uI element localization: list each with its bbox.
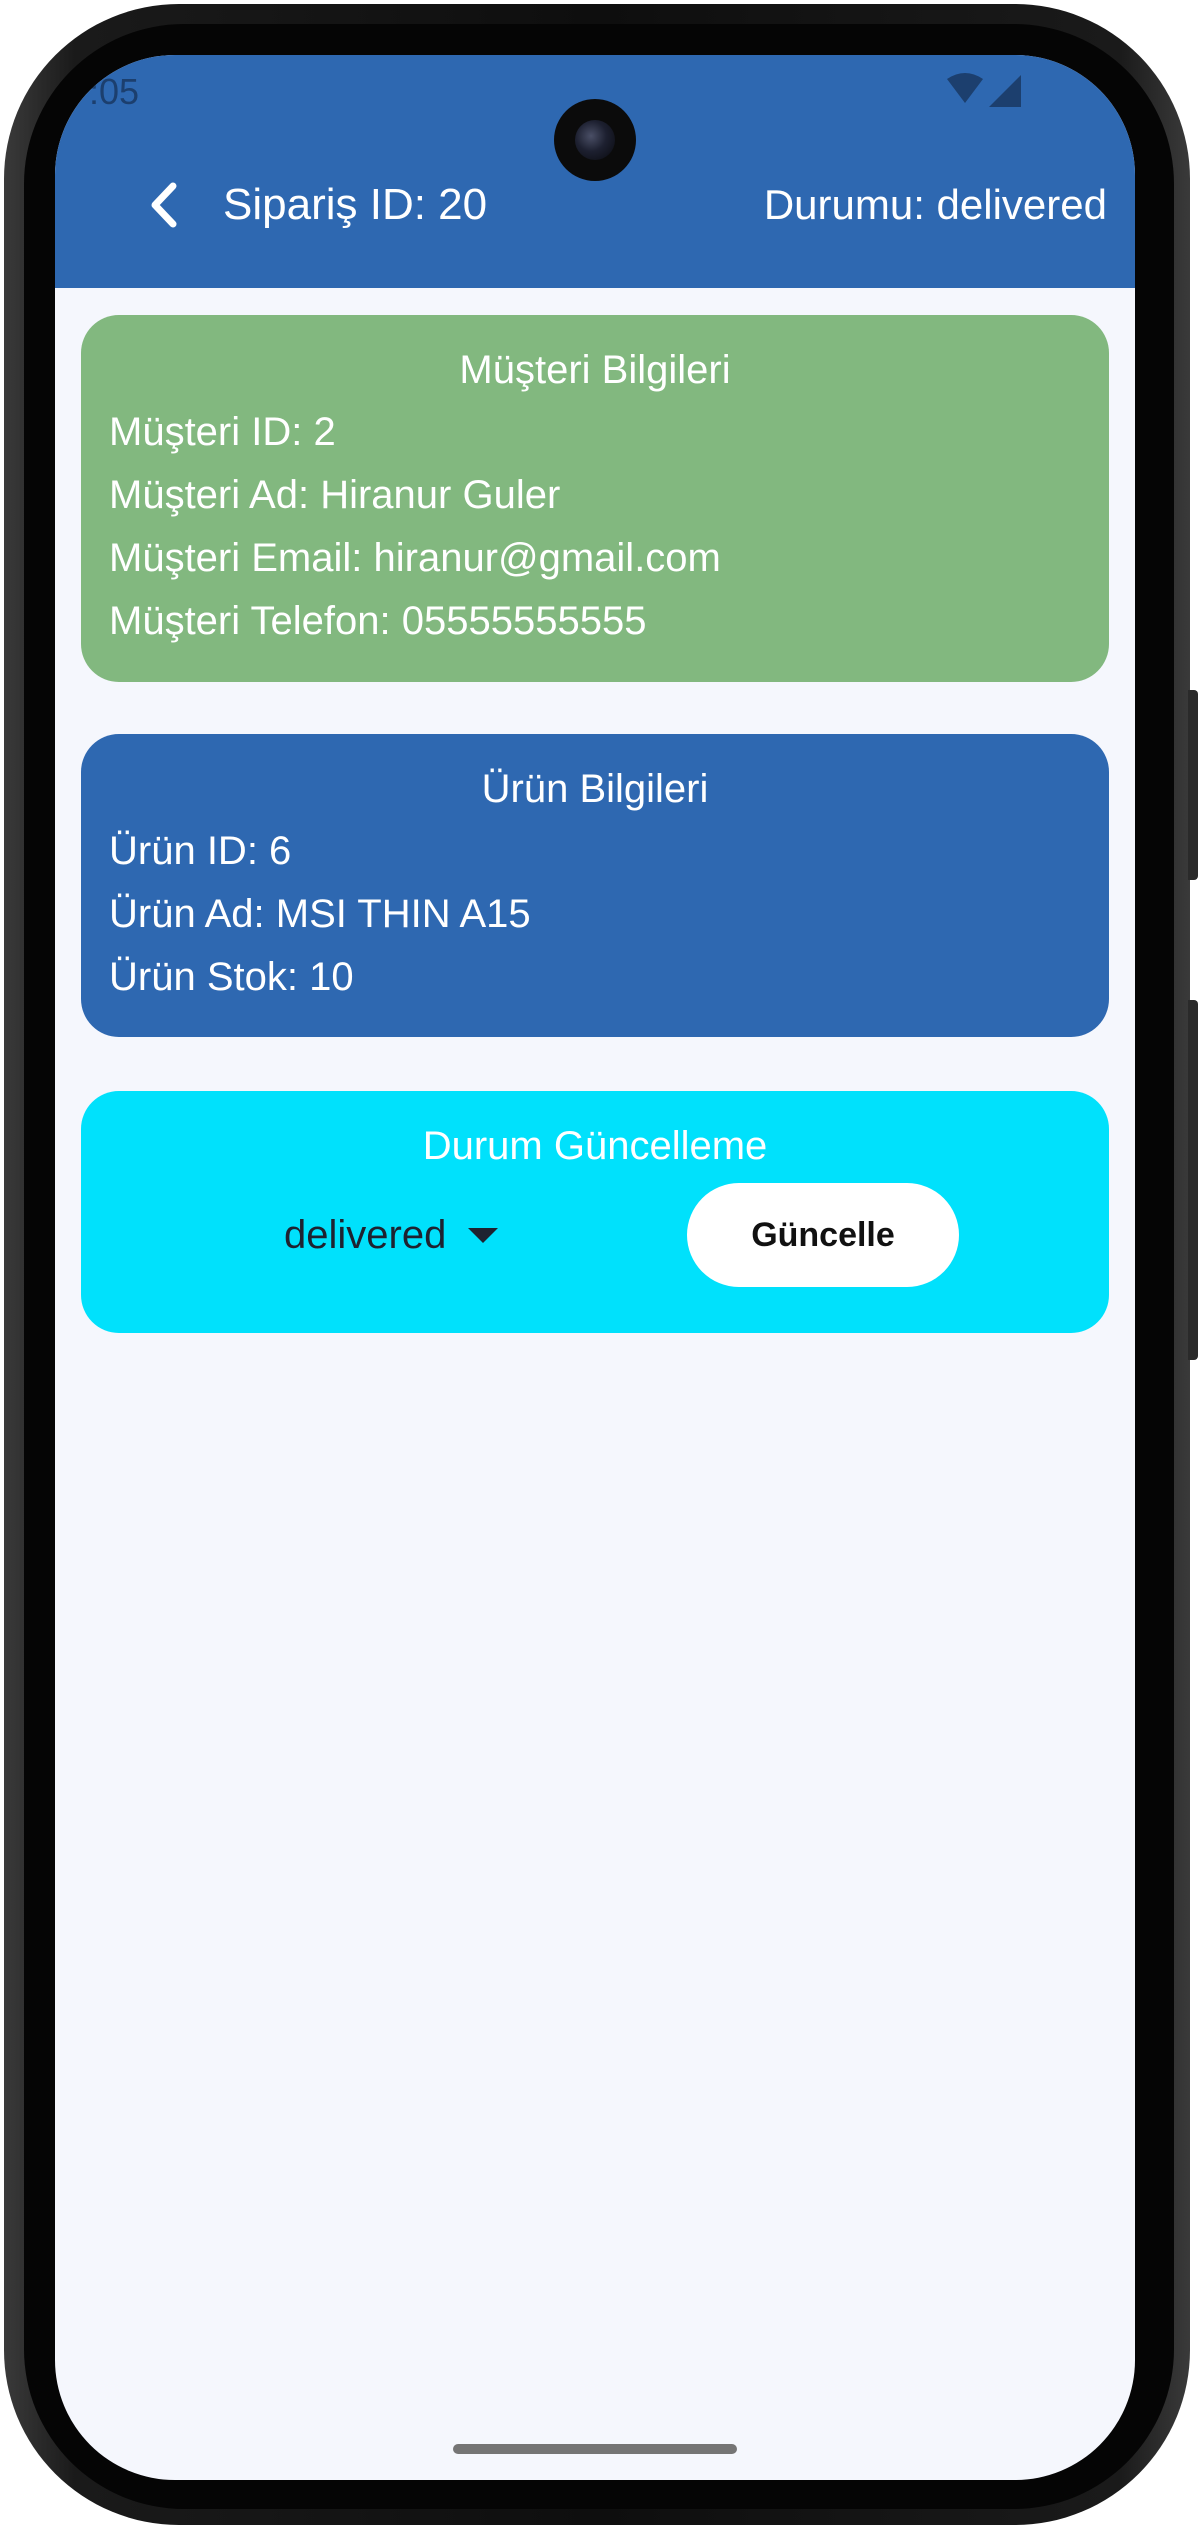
volume-button — [1188, 1000, 1198, 1360]
status-dropdown-value: delivered — [284, 1213, 447, 1257]
update-button[interactable]: Güncelle — [687, 1183, 959, 1287]
app-screen: :05 Sipariş ID: 20 Durumu: delivered Müş… — [55, 55, 1135, 2480]
triangle-down-icon — [468, 1227, 499, 1243]
customer-email: Müşteri Email: hiranur@gmail.com — [109, 536, 721, 580]
status-update-row: delivered Güncelle — [109, 1183, 1081, 1293]
status-icons — [945, 73, 1025, 113]
signal-icon — [989, 75, 1021, 107]
power-button — [1188, 690, 1198, 880]
status-time: :05 — [89, 71, 140, 112]
front-camera — [554, 99, 636, 181]
product-stock: Ürün Stok: 10 — [109, 955, 354, 999]
order-status-label: Durumu: delivered — [763, 181, 1107, 228]
product-info-card: Ürün Bilgileri Ürün ID: 6 Ürün Ad: MSI T… — [81, 734, 1109, 1037]
customer-info-card: Müşteri Bilgileri Müşteri ID: 2 Müşteri … — [81, 315, 1109, 682]
status-update-title: Durum Güncelleme — [422, 1124, 768, 1168]
customer-card-title: Müşteri Bilgileri — [459, 348, 731, 392]
status-update-card: Durum Güncelleme delivered Güncelle — [81, 1091, 1109, 1333]
status-dropdown[interactable]: delivered — [284, 1207, 499, 1263]
chevron-left-icon — [151, 182, 177, 228]
home-indicator[interactable] — [453, 2444, 737, 2454]
wifi-icon — [947, 73, 1021, 107]
camera-lens — [575, 120, 615, 160]
customer-name: Müşteri Ad: Hiranur Guler — [109, 473, 561, 517]
customer-phone: Müşteri Telefon: 05555555555 — [109, 599, 647, 643]
phone-device: :05 Sipariş ID: 20 Durumu: delivered Müş… — [0, 0, 1198, 2531]
back-button[interactable] — [135, 175, 195, 235]
customer-id: Müşteri ID: 2 — [109, 410, 336, 454]
page-title: Sipariş ID: 20 — [223, 180, 488, 229]
product-id: Ürün ID: 6 — [109, 829, 292, 873]
product-name: Ürün Ad: MSI THIN A15 — [109, 892, 531, 936]
product-card-title: Ürün Bilgileri — [481, 767, 709, 811]
